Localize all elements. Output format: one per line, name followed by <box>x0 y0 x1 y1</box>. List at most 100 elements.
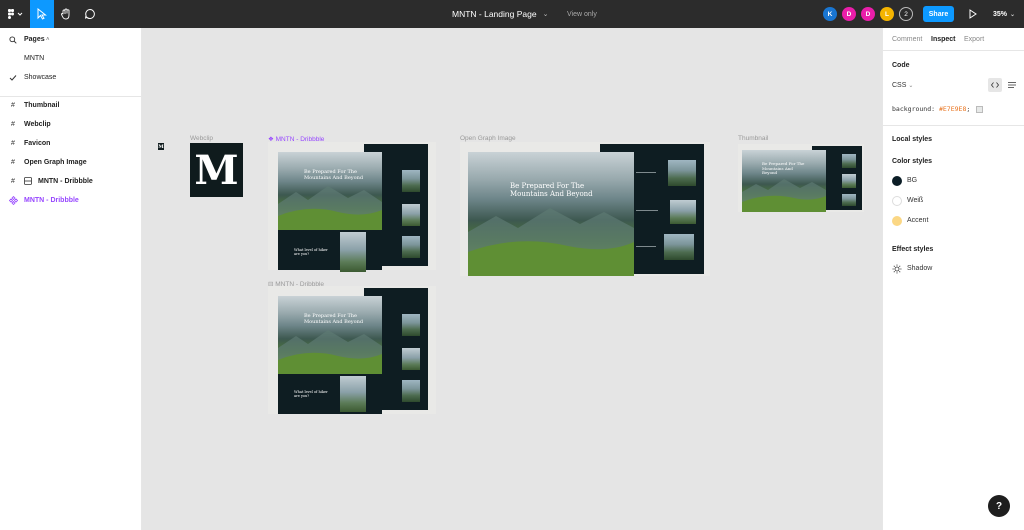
thumb-photo <box>402 348 420 370</box>
hero-image <box>468 152 634 276</box>
layer-item-component-set[interactable]: # MNTN - Dribbble <box>0 172 142 191</box>
toolbar: MNTN - Landing Page ⌄ View only K D D L … <box>0 0 1024 28</box>
divider <box>883 50 1024 51</box>
avatar[interactable]: D <box>861 7 875 21</box>
chevron-down-icon: ⌄ <box>1010 11 1016 18</box>
avatar[interactable]: D <box>842 7 856 21</box>
frame-label-open-graph[interactable]: Open Graph Image <box>460 135 516 142</box>
layer-item-thumbnail[interactable]: # Thumbnail <box>0 96 142 115</box>
pages-header[interactable]: Pages ˄ <box>0 30 142 49</box>
code-value: #E7E9E8 <box>938 105 967 113</box>
hero-title: Be Prepared For The Mountains And Beyond <box>762 161 805 176</box>
code-icon <box>991 82 999 88</box>
move-tool-button[interactable] <box>30 0 54 28</box>
layer-name: Webclip <box>24 121 51 128</box>
trail-photo <box>340 232 366 272</box>
thumb-photo <box>402 380 420 402</box>
style-name: BG <box>907 177 918 184</box>
avatar[interactable]: L <box>880 7 894 21</box>
zoom-dropdown[interactable]: 35% ⌄ <box>993 0 1015 28</box>
share-button[interactable]: Share <box>923 6 954 22</box>
tab-inspect[interactable]: Inspect <box>931 36 956 43</box>
search-icon <box>8 35 18 45</box>
section-title: What level of hiker are you? <box>294 390 328 399</box>
list-view-button[interactable] <box>1006 79 1018 91</box>
text-line <box>636 172 656 173</box>
thumb-photo <box>402 170 420 192</box>
layers-panel: Pages ˄ MNTN Showcase # Thumbnail # Webc… <box>0 28 142 530</box>
page-item-showcase[interactable]: Showcase <box>0 68 142 87</box>
chevron-down-icon: ⌄ <box>908 83 914 89</box>
style-name: Accent <box>907 217 929 224</box>
frame-icon: # <box>11 140 15 147</box>
file-title-dropdown[interactable]: MNTN - Landing Page ⌄ <box>452 0 548 28</box>
style-name: Weiß <box>907 197 924 204</box>
section-title: What level of hiker are you? <box>294 248 328 257</box>
thumb-photo <box>402 204 420 226</box>
code-heading: Code <box>892 62 910 69</box>
code-view-button[interactable] <box>988 78 1002 92</box>
cursor-icon <box>37 8 47 20</box>
layer-item-favicon[interactable]: # Favicon <box>0 134 142 153</box>
present-button[interactable] <box>963 0 983 28</box>
pages-label: Pages <box>24 36 45 43</box>
thumb-photo <box>842 194 856 206</box>
layer-name: MNTN - Dribbble <box>24 197 79 204</box>
inspect-panel: Comment Inspect Export Code CSS ⌄ backgr… <box>882 28 1024 530</box>
frame-label-webclip[interactable]: Webclip <box>190 135 213 142</box>
hero-title: Be Prepared For The Mountains And Beyond <box>304 169 364 181</box>
more-collaborators-badge[interactable]: 2 <box>899 7 913 21</box>
file-title: MNTN - Landing Page <box>452 9 537 19</box>
color-swatch <box>892 176 902 186</box>
thumb-photo <box>402 236 420 258</box>
list-icon <box>1008 82 1016 88</box>
main-menu-button[interactable] <box>0 0 30 28</box>
thumb-photo <box>842 174 856 188</box>
component-instance-frame[interactable]: Be Prepared For The Mountains And Beyond… <box>268 286 436 414</box>
thumbnail-frame[interactable]: Be Prepared For The Mountains And Beyond <box>738 144 864 212</box>
page-name: MNTN <box>24 55 45 62</box>
check-icon <box>8 73 18 83</box>
divider <box>883 125 1024 126</box>
hand-tool-button[interactable] <box>54 0 78 28</box>
component-main-frame[interactable]: Be Prepared For The Mountains And Beyond… <box>268 142 436 272</box>
color-swatch <box>892 196 902 206</box>
layer-name: Favicon <box>24 140 51 147</box>
avatar[interactable]: K <box>823 7 837 21</box>
hero-title: Be Prepared For The Mountains And Beyond <box>510 182 593 199</box>
figma-logo-icon <box>8 9 23 19</box>
play-icon <box>969 9 977 19</box>
component-set-icon <box>24 176 32 187</box>
language-dropdown[interactable]: CSS ⌄ <box>892 82 913 89</box>
component-icon <box>8 196 18 206</box>
text-line <box>636 210 658 211</box>
view-only-label: View only <box>567 10 597 18</box>
comment-icon <box>85 8 95 19</box>
webclip-frame[interactable]: M <box>190 143 243 197</box>
color-styles-heading: Color styles <box>892 158 933 165</box>
hero-image <box>278 296 382 374</box>
layer-name: Open Graph Image <box>24 159 87 166</box>
layer-name: Thumbnail <box>24 102 60 109</box>
local-styles-heading: Local styles <box>892 136 933 143</box>
trail-photo <box>340 376 366 412</box>
thumb-photo <box>664 234 694 260</box>
chevron-up-icon: ˄ <box>46 36 50 43</box>
hero-image <box>278 152 382 230</box>
frame-label-thumbnail[interactable]: Thumbnail <box>738 135 768 142</box>
code-snippet: background: #E7E9E8; <box>892 105 984 113</box>
tab-export[interactable]: Export <box>964 36 984 43</box>
favicon-frame[interactable]: M <box>158 143 164 150</box>
help-button[interactable]: ? <box>988 495 1010 517</box>
comment-tool-button[interactable] <box>78 0 102 28</box>
frame-icon: # <box>11 159 15 166</box>
layer-item-webclip[interactable]: # Webclip <box>0 115 142 134</box>
page-item-mntn[interactable]: MNTN <box>0 49 142 68</box>
open-graph-frame[interactable]: Be Prepared For The Mountains And Beyond <box>460 142 710 276</box>
canvas[interactable]: M Webclip M ❖ MNTN - Dribbble Be Prepare… <box>142 28 882 530</box>
tab-comment[interactable]: Comment <box>892 36 922 43</box>
layer-item-open-graph[interactable]: # Open Graph Image <box>0 153 142 172</box>
zoom-level: 35% <box>993 10 1008 18</box>
layer-item-component[interactable]: MNTN - Dribbble <box>0 191 142 210</box>
hand-icon <box>61 8 70 20</box>
